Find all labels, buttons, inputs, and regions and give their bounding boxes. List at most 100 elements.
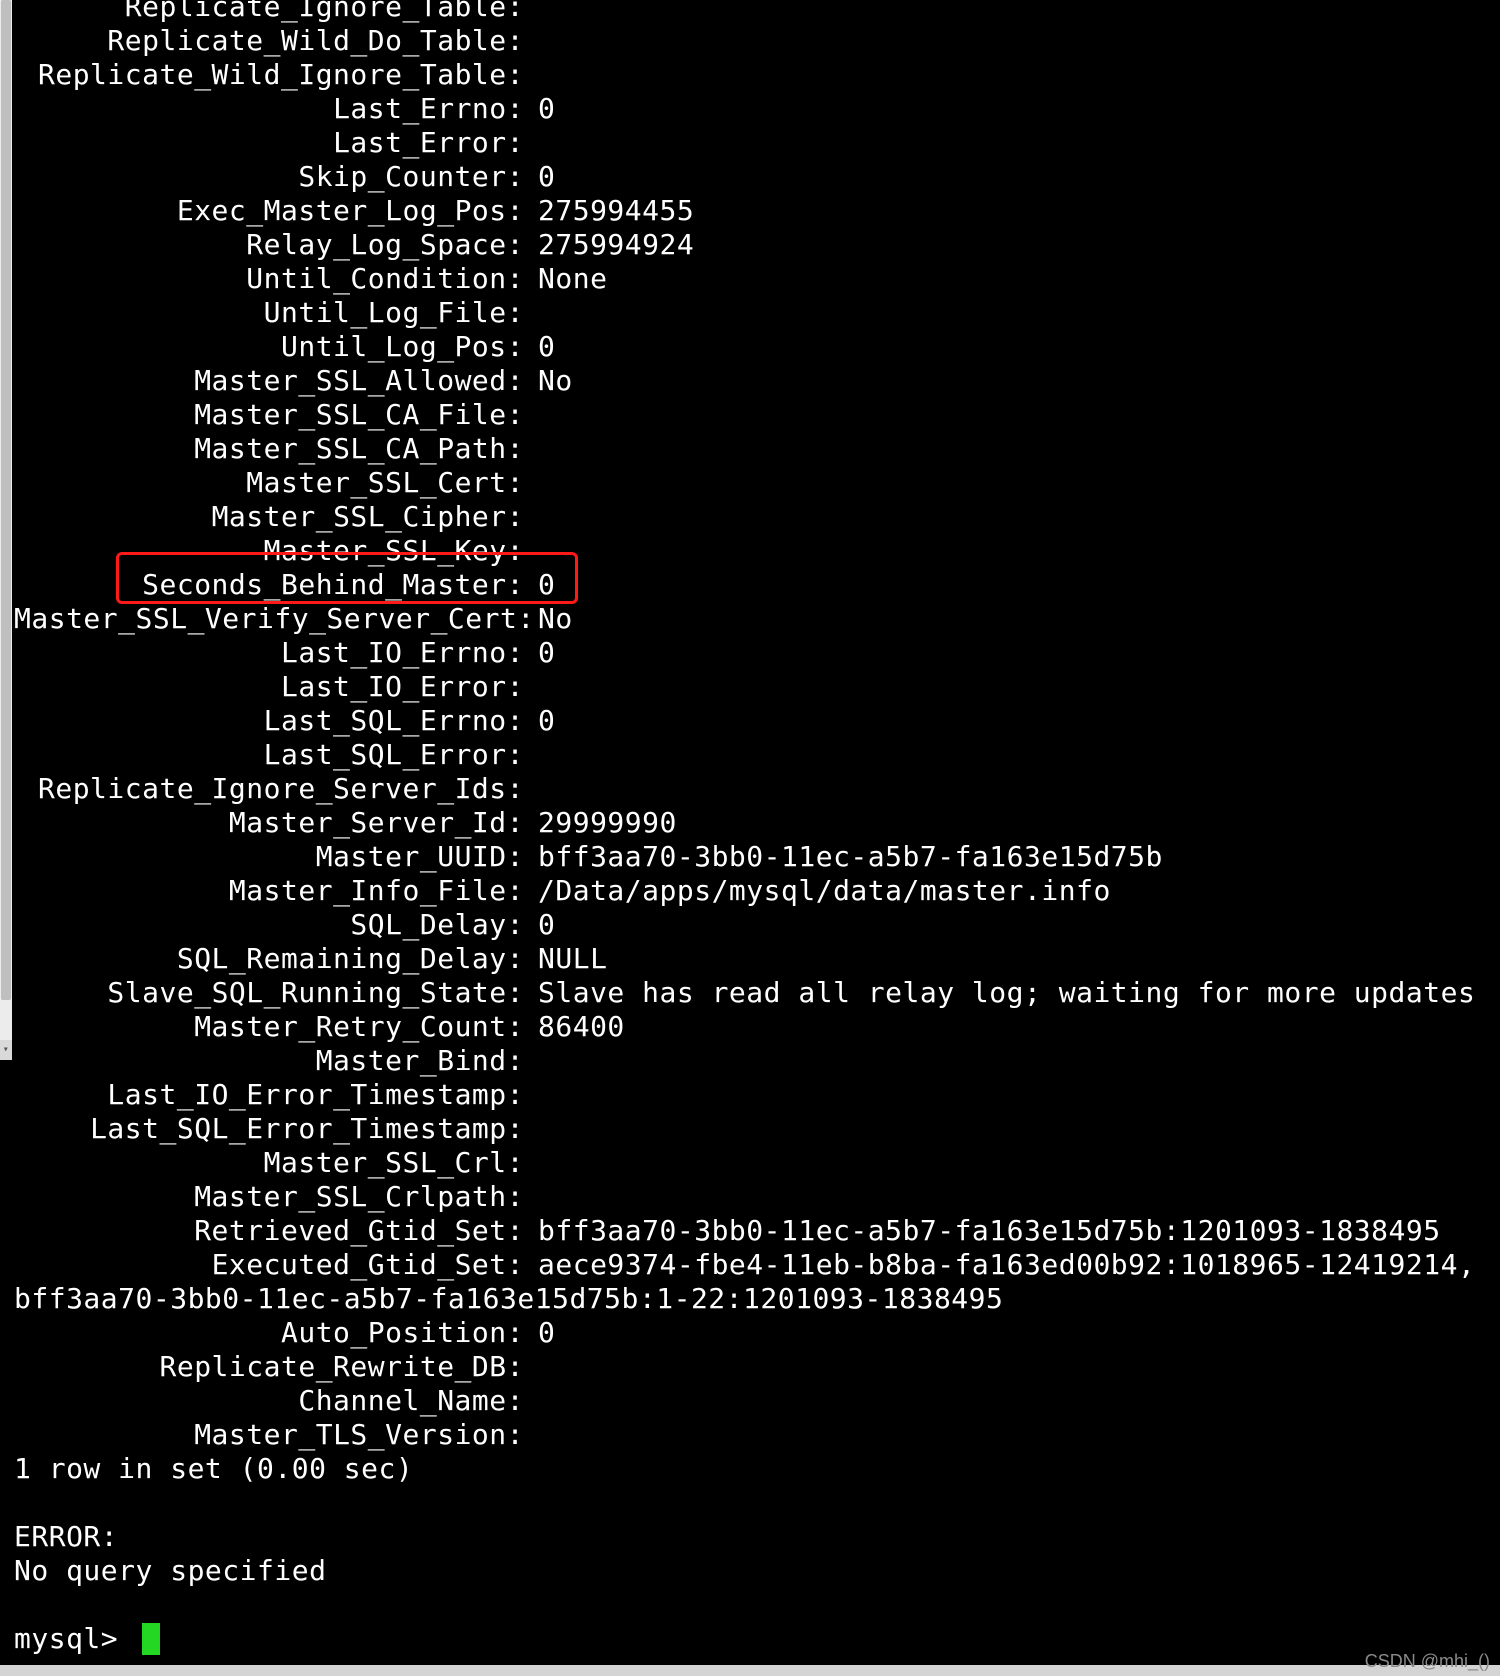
status-label: Master_SSL_Cert: xyxy=(14,466,524,500)
error-line-2: No query specified xyxy=(14,1554,1500,1588)
status-label: Replicate_Wild_Do_Table: xyxy=(14,24,524,58)
status-value: aece9374-fbe4-11eb-b8ba-fa163ed00b92:101… xyxy=(524,1248,1475,1282)
scrollbar-thumb[interactable] xyxy=(1,0,11,1000)
status-label: Last_SQL_Error: xyxy=(14,738,524,772)
status-value: Slave has read all relay log; waiting fo… xyxy=(524,976,1475,1010)
status-label: Last_Error: xyxy=(14,126,524,160)
status-label: Until_Log_File: xyxy=(14,296,524,330)
scrollbar[interactable]: ▾ xyxy=(0,0,12,1060)
status-label: Exec_Master_Log_Pos: xyxy=(14,194,524,228)
status-row-after-2: Channel_Name: xyxy=(14,1384,1500,1418)
blank-2 xyxy=(14,1588,1500,1622)
status-row-37: Executed_Gtid_Set:aece9374-fbe4-11eb-b8b… xyxy=(14,1248,1500,1282)
status-label: Master_SSL_Verify_Server_Cert: xyxy=(14,602,524,636)
status-row-11: Master_SSL_Allowed:No xyxy=(14,364,1500,398)
status-row-23: Replicate_Ignore_Server_Ids: xyxy=(14,772,1500,806)
status-label: Master_SSL_Key: xyxy=(14,534,524,568)
status-row-34: Master_SSL_Crl: xyxy=(14,1146,1500,1180)
status-row-17: Seconds_Behind_Master:0 xyxy=(14,568,1500,602)
status-row-1: Replicate_Wild_Do_Table: xyxy=(14,24,1500,58)
status-label: Last_SQL_Errno: xyxy=(14,704,524,738)
status-value: No xyxy=(524,364,573,398)
status-value: 29999990 xyxy=(524,806,677,840)
terminal[interactable]: ▾ Replicate_Ignore_Table:Replicate_Wild_… xyxy=(0,0,1500,1665)
status-label: Replicate_Wild_Ignore_Table: xyxy=(14,58,524,92)
status-value: NULL xyxy=(524,942,607,976)
status-row-25: Master_UUID:bff3aa70-3bb0-11ec-a5b7-fa16… xyxy=(14,840,1500,874)
status-label: Master_SSL_Cipher: xyxy=(14,500,524,534)
status-value: 0 xyxy=(524,704,555,738)
status-label: Master_TLS_Version: xyxy=(14,1418,524,1452)
status-value: 0 xyxy=(524,568,555,602)
status-label: Last_SQL_Error_Timestamp: xyxy=(14,1112,524,1146)
scroll-down-button[interactable]: ▾ xyxy=(0,1040,12,1060)
executed-gtid-continuation: bff3aa70-3bb0-11ec-a5b7-fa163e15d75b:1-2… xyxy=(14,1282,1500,1316)
status-label: Seconds_Behind_Master: xyxy=(14,568,524,602)
status-label: Replicate_Rewrite_DB: xyxy=(14,1350,524,1384)
status-row-30: Master_Retry_Count:86400 xyxy=(14,1010,1500,1044)
status-label: Master_SSL_Allowed: xyxy=(14,364,524,398)
prompt-line[interactable]: mysql> xyxy=(14,1622,1500,1656)
status-label: Master_Bind: xyxy=(14,1044,524,1078)
status-value: 0 xyxy=(524,1316,555,1350)
status-row-after-3: Master_TLS_Version: xyxy=(14,1418,1500,1452)
status-value: 0 xyxy=(524,330,555,364)
status-label: Retrieved_Gtid_Set: xyxy=(14,1214,524,1248)
status-label: Master_Info_File: xyxy=(14,874,524,908)
error-line-1: ERROR: xyxy=(14,1520,1500,1554)
status-row-33: Last_SQL_Error_Timestamp: xyxy=(14,1112,1500,1146)
terminal-output: Replicate_Ignore_Table:Replicate_Wild_Do… xyxy=(14,0,1500,1656)
status-row-28: SQL_Remaining_Delay:NULL xyxy=(14,942,1500,976)
status-row-31: Master_Bind: xyxy=(14,1044,1500,1078)
status-label: Master_Server_Id: xyxy=(14,806,524,840)
status-row-9: Until_Log_File: xyxy=(14,296,1500,330)
cursor-icon xyxy=(142,1623,160,1655)
status-value: 0 xyxy=(524,636,555,670)
status-value: 0 xyxy=(524,908,555,942)
status-label: Master_SSL_CA_Path: xyxy=(14,432,524,466)
status-row-7: Relay_Log_Space:275994924 xyxy=(14,228,1500,262)
status-label: Replicate_Ignore_Table: xyxy=(14,0,524,24)
status-label: Auto_Position: xyxy=(14,1316,524,1350)
status-row-32: Last_IO_Error_Timestamp: xyxy=(14,1078,1500,1112)
status-value: /Data/apps/mysql/data/master.info xyxy=(524,874,1111,908)
status-row-16: Master_SSL_Key: xyxy=(14,534,1500,568)
status-row-24: Master_Server_Id:29999990 xyxy=(14,806,1500,840)
status-row-3: Last_Errno:0 xyxy=(14,92,1500,126)
status-label: Master_SSL_Crl: xyxy=(14,1146,524,1180)
bottom-bar xyxy=(0,1665,1500,1676)
status-row-4: Last_Error: xyxy=(14,126,1500,160)
status-label: Master_SSL_Crlpath: xyxy=(14,1180,524,1214)
status-row-after-1: Replicate_Rewrite_DB: xyxy=(14,1350,1500,1384)
status-value: No xyxy=(524,602,573,636)
status-row-10: Until_Log_Pos:0 xyxy=(14,330,1500,364)
status-label: SQL_Delay: xyxy=(14,908,524,942)
status-label: Until_Log_Pos: xyxy=(14,330,524,364)
status-row-21: Last_SQL_Errno:0 xyxy=(14,704,1500,738)
status-row-12: Master_SSL_CA_File: xyxy=(14,398,1500,432)
status-value: 275994455 xyxy=(524,194,694,228)
status-value: 0 xyxy=(524,160,555,194)
status-row-14: Master_SSL_Cert: xyxy=(14,466,1500,500)
status-row-36: Retrieved_Gtid_Set:bff3aa70-3bb0-11ec-a5… xyxy=(14,1214,1500,1248)
status-row-2: Replicate_Wild_Ignore_Table: xyxy=(14,58,1500,92)
status-value: 86400 xyxy=(524,1010,625,1044)
status-label: Last_IO_Error: xyxy=(14,670,524,704)
status-row-22: Last_SQL_Error: xyxy=(14,738,1500,772)
status-label: Master_UUID: xyxy=(14,840,524,874)
status-row-19: Last_IO_Errno:0 xyxy=(14,636,1500,670)
status-row-27: SQL_Delay:0 xyxy=(14,908,1500,942)
status-row-26: Master_Info_File:/Data/apps/mysql/data/m… xyxy=(14,874,1500,908)
result-line: 1 row in set (0.00 sec) xyxy=(14,1452,1500,1486)
status-row-0: Replicate_Ignore_Table: xyxy=(14,0,1500,24)
status-row-after-0: Auto_Position:0 xyxy=(14,1316,1500,1350)
status-value: bff3aa70-3bb0-11ec-a5b7-fa163e15d75b xyxy=(524,840,1163,874)
watermark: CSDN @mhi_() xyxy=(1365,1651,1490,1672)
status-value: 275994924 xyxy=(524,228,694,262)
status-label: Replicate_Ignore_Server_Ids: xyxy=(14,772,524,806)
status-label: Last_IO_Error_Timestamp: xyxy=(14,1078,524,1112)
status-label: SQL_Remaining_Delay: xyxy=(14,942,524,976)
status-label: Last_IO_Errno: xyxy=(14,636,524,670)
status-value: 0 xyxy=(524,92,555,126)
status-row-35: Master_SSL_Crlpath: xyxy=(14,1180,1500,1214)
